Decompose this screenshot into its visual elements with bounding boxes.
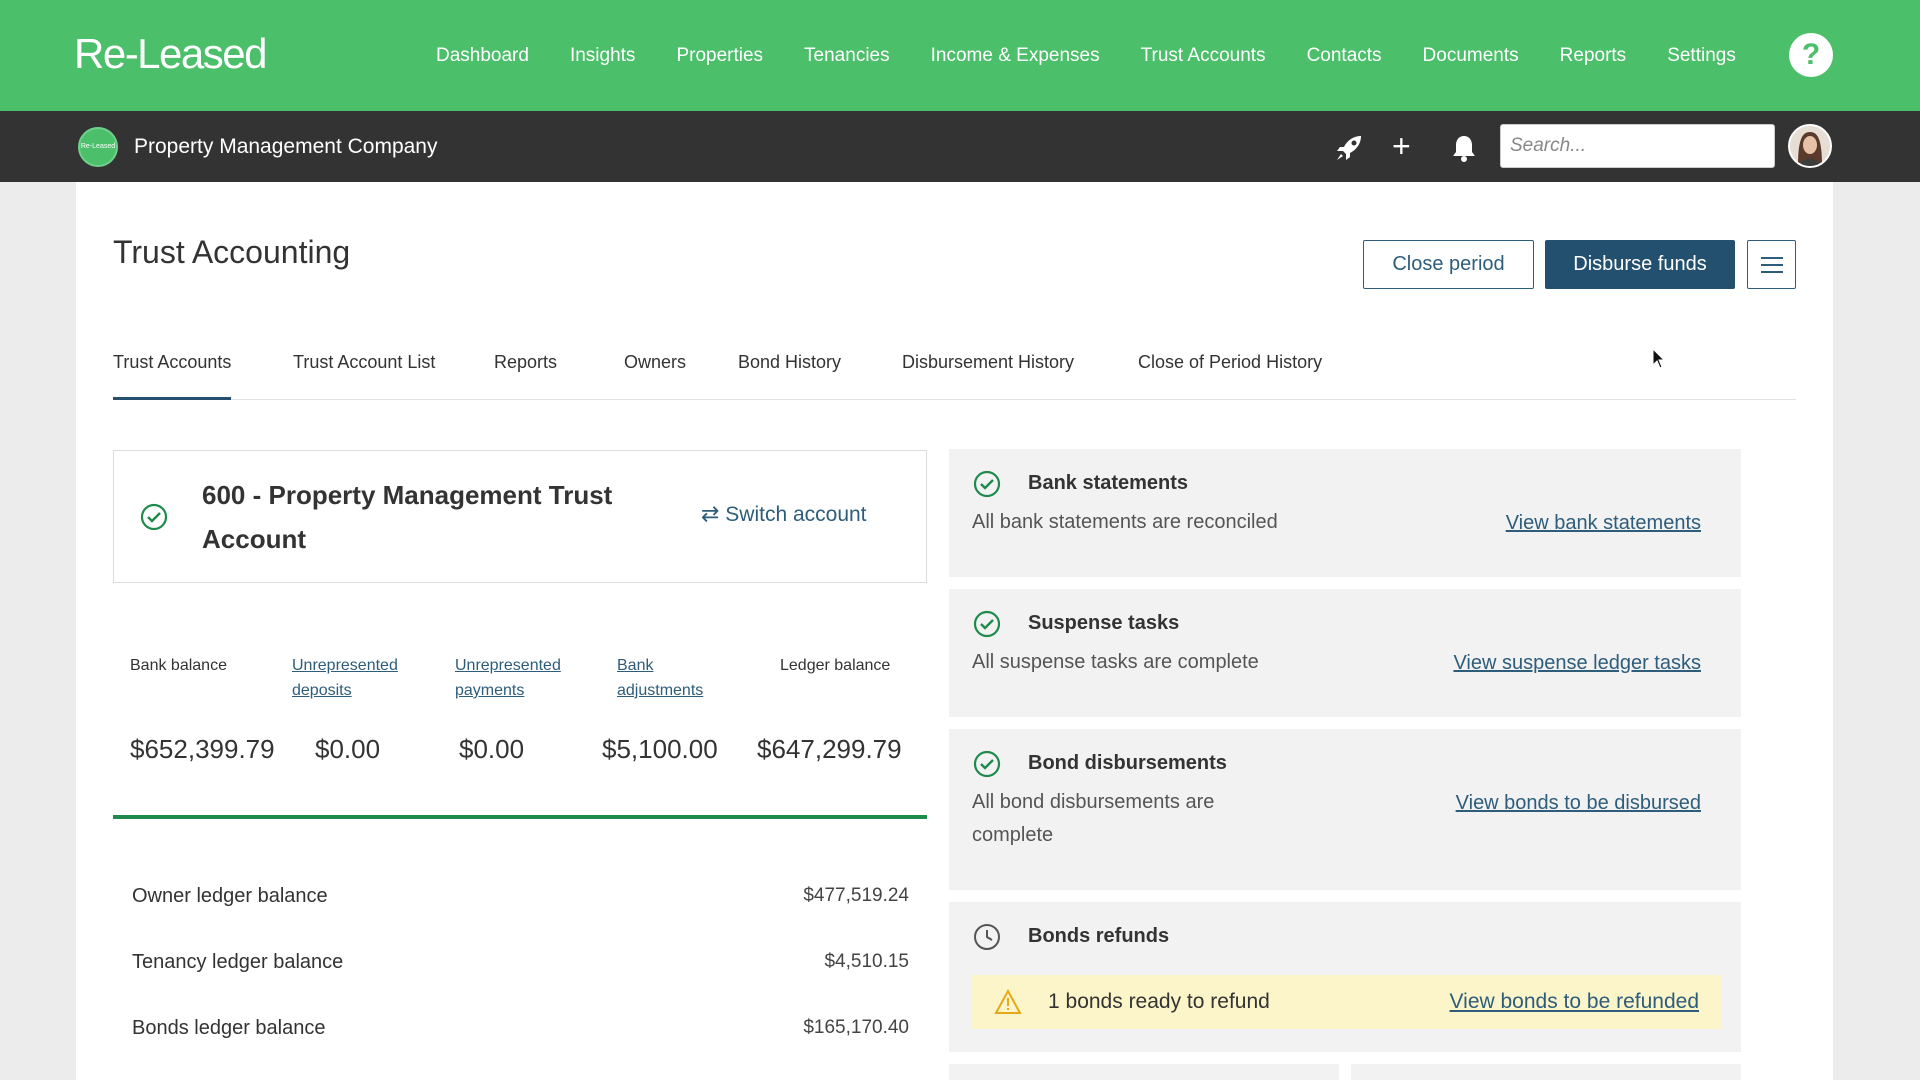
nav-trust-accounts[interactable]: Trust Accounts <box>1141 45 1266 67</box>
tab-trust-account-list[interactable]: Trust Account List <box>293 352 435 400</box>
avatar[interactable] <box>1788 124 1832 168</box>
owner-ledger-value: $477,519.24 <box>803 885 909 906</box>
switch-account-link[interactable]: ⇄ Switch account <box>701 501 867 527</box>
trust-account-name: 600 - Property Management Trust Account <box>202 480 613 554</box>
tab-reports[interactable]: Reports <box>494 352 557 400</box>
bonds-ledger-value: $165,170.40 <box>803 1017 909 1038</box>
tab-trust-accounts[interactable]: Trust Accounts <box>113 352 232 400</box>
tenancy-ledger-value: $4,510.15 <box>824 951 909 972</box>
check-circle-icon <box>973 610 1001 638</box>
avatar-image <box>1790 126 1830 166</box>
nav-insights[interactable]: Insights <box>570 45 635 67</box>
disburse-funds-button[interactable]: Disburse funds <box>1545 240 1735 289</box>
bank-adjustments-link[interactable]: Bank adjustments <box>617 653 717 703</box>
view-bonds-refunded-link[interactable]: View bonds to be refunded <box>1450 990 1699 1014</box>
trust-account-card: 600 - Property Management Trust Account … <box>113 450 927 583</box>
search-input[interactable] <box>1500 124 1775 168</box>
bonds-refunds-panel: Bonds refunds 1 bonds ready to refund Vi… <box>949 902 1741 1052</box>
check-circle-icon <box>973 470 1001 498</box>
company-bar: Re-Leased Property Management Company + <box>0 111 1920 182</box>
bank-statements-panel: Bank statements All bank statements are … <box>949 449 1741 577</box>
nav-settings[interactable]: Settings <box>1667 45 1736 67</box>
switch-account-label: Switch account <box>725 503 867 526</box>
view-bank-statements-link[interactable]: View bank statements <box>1506 512 1701 535</box>
clock-icon <box>974 924 1000 950</box>
page-title: Trust Accounting <box>113 234 351 270</box>
tab-disbursement-history[interactable]: Disbursement History <box>902 352 1074 400</box>
bank-statements-title: Bank statements <box>1028 472 1189 494</box>
tenancy-ledger-row: Tenancy ledger balance $4,510.15 <box>132 951 909 974</box>
bank-balance-label: Bank balance <box>130 657 227 674</box>
bottom-panel-left <box>949 1064 1339 1080</box>
bond-disbursements-title: Bond disbursements <box>1028 752 1227 774</box>
bond-disbursements-panel: Bond disbursements All bond disbursement… <box>949 729 1741 890</box>
mouse-cursor-icon <box>1652 348 1666 369</box>
bank-statements-status: All bank statements are reconciled <box>972 511 1278 533</box>
unrepresented-deposits-value: $0.00 <box>315 734 381 764</box>
help-icon[interactable]: ? <box>1789 33 1833 77</box>
more-menu-button[interactable] <box>1747 240 1796 289</box>
company-name[interactable]: Property Management Company <box>134 135 438 159</box>
bond-disbursements-status-line2: complete <box>972 824 1054 846</box>
close-period-button[interactable]: Close period <box>1363 240 1534 289</box>
bank-adjustments-value: $5,100.00 <box>602 734 718 764</box>
main-content: Trust Accounting Close period Disburse f… <box>76 182 1833 1080</box>
ledger-balance-value: $647,299.79 <box>757 734 902 764</box>
reconciled-divider <box>113 815 927 819</box>
nav-documents[interactable]: Documents <box>1423 45 1519 67</box>
tab-close-of-period-history[interactable]: Close of Period History <box>1138 352 1322 400</box>
bell-icon[interactable] <box>1450 133 1478 163</box>
suspense-tasks-title: Suspense tasks <box>1028 612 1180 634</box>
suspense-tasks-panel: Suspense tasks All suspense tasks are co… <box>949 589 1741 717</box>
refund-warning-text: 1 bonds ready to refund <box>1048 990 1270 1013</box>
suspense-tasks-status: All suspense tasks are complete <box>972 651 1259 673</box>
nav-dashboard[interactable]: Dashboard <box>436 45 529 67</box>
ledger-balance-label: Ledger balance <box>780 657 891 674</box>
bottom-panel-right <box>1351 1064 1741 1080</box>
bank-balance-value: $652,399.79 <box>130 734 275 764</box>
view-suspense-tasks-link[interactable]: View suspense ledger tasks <box>1453 652 1701 675</box>
tab-bar: Trust Accounts Trust Account List Report… <box>113 352 1796 400</box>
tab-owners[interactable]: Owners <box>624 352 686 400</box>
company-logo: Re-Leased <box>78 127 118 167</box>
refund-warning-banner: 1 bonds ready to refund View bonds to be… <box>972 975 1721 1029</box>
switch-arrows-icon: ⇄ <box>701 501 720 526</box>
bonds-ledger-row: Bonds ledger balance $165,170.40 <box>132 1017 909 1040</box>
tab-bond-history[interactable]: Bond History <box>738 352 841 400</box>
bonds-ledger-label: Bonds ledger balance <box>132 1017 326 1039</box>
view-bonds-disbursed-link[interactable]: View bonds to be disbursed <box>1456 792 1701 815</box>
nav-income-expenses[interactable]: Income & Expenses <box>931 45 1100 67</box>
top-nav: Re-Leased Dashboard Insights Properties … <box>0 0 1920 111</box>
warning-icon <box>994 989 1022 1014</box>
check-circle-icon <box>140 503 168 531</box>
owner-ledger-label: Owner ledger balance <box>132 885 328 907</box>
rocket-icon[interactable] <box>1334 133 1364 163</box>
unrepresented-payments-link[interactable]: Unrepresented payments <box>455 653 565 703</box>
unrepresented-payments-value: $0.00 <box>459 734 525 764</box>
bond-disbursements-status-line1: All bond disbursements are <box>972 791 1215 813</box>
check-circle-icon <box>973 750 1001 778</box>
tenancy-ledger-label: Tenancy ledger balance <box>132 951 344 973</box>
menu-icon <box>1761 257 1783 259</box>
owner-ledger-row: Owner ledger balance $477,519.24 <box>132 885 909 908</box>
main-nav: Dashboard Insights Properties Tenancies … <box>436 0 1777 111</box>
nav-reports[interactable]: Reports <box>1560 45 1627 67</box>
nav-contacts[interactable]: Contacts <box>1307 45 1382 67</box>
app-logo[interactable]: Re-Leased <box>74 30 267 78</box>
nav-properties[interactable]: Properties <box>676 45 763 67</box>
nav-tenancies[interactable]: Tenancies <box>804 45 890 67</box>
add-icon[interactable]: + <box>1392 130 1411 162</box>
bonds-refunds-title: Bonds refunds <box>1028 925 1170 947</box>
unrepresented-deposits-link[interactable]: Unrepresented deposits <box>292 653 402 703</box>
